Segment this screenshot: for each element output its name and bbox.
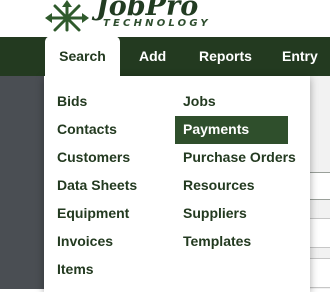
menu-item-items[interactable]: Items: [49, 256, 137, 284]
app-header: JobPro TECHNOLOGY: [0, 0, 330, 37]
menu-item-contacts[interactable]: Contacts: [49, 116, 137, 144]
menu-item-data-sheets[interactable]: Data Sheets: [49, 172, 137, 200]
menu-item-templates[interactable]: Templates: [175, 228, 296, 256]
menu-item-customers[interactable]: Customers: [49, 144, 137, 172]
menu-item-jobs[interactable]: Jobs: [175, 88, 296, 116]
menu-column-left: Bids Contacts Customers Data Sheets Equi…: [57, 88, 137, 284]
menu-item-bids[interactable]: Bids: [49, 88, 137, 116]
nav-entry[interactable]: Entry: [282, 37, 318, 76]
page-background-left: [0, 76, 44, 289]
menu-item-resources[interactable]: Resources: [175, 172, 296, 200]
menu-item-suppliers[interactable]: Suppliers: [175, 200, 296, 228]
menu-item-payments[interactable]: Payments: [175, 116, 288, 144]
nav-add[interactable]: Add: [139, 37, 166, 76]
logo-icon: [45, 0, 89, 32]
nav-search-tab[interactable]: Search: [45, 36, 120, 80]
menu-item-equipment[interactable]: Equipment: [49, 200, 137, 228]
nav-reports[interactable]: Reports: [199, 37, 252, 76]
menu-item-invoices[interactable]: Invoices: [49, 228, 137, 256]
logo-tagline: TECHNOLOGY: [103, 18, 211, 29]
search-dropdown-menu: Bids Contacts Customers Data Sheets Equi…: [44, 76, 310, 292]
menu-item-purchase-orders[interactable]: Purchase Orders: [175, 144, 296, 172]
menu-column-right: Jobs Payments Purchase Orders Resources …: [175, 88, 296, 256]
